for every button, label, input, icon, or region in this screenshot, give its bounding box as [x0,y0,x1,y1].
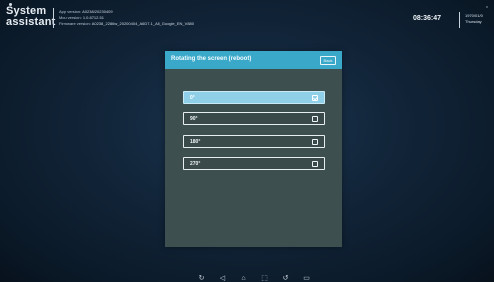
checkmark-icon [313,95,318,101]
app-version-value: A0238/20230409 [82,9,113,14]
rotation-option-270[interactable]: 270° [183,157,325,170]
back-icon[interactable]: ◁ [219,275,226,282]
dialog-header: Rotating the screen (reboot) Back [165,51,342,69]
option-label: 90° [190,116,198,122]
recent-apps-icon[interactable]: ▭ [303,275,310,282]
mcu-version-value: 1.0.8712.51 [82,15,104,20]
checkbox-icon[interactable] [312,139,318,145]
status-header: System assistant App version: A0238/2023… [0,0,494,36]
rotate-icon[interactable]: ↻ [198,275,205,282]
weekday-text: Thursday [465,19,482,24]
clock: 08:36:47 [413,15,442,22]
firmware-version-row: Firmware version: A0238_2286w_20200404_A… [59,21,194,27]
option-label: 180° [190,139,201,145]
version-info: App version: A0238/20230409 Mcu version:… [59,9,194,27]
app-title: System assistant [6,5,56,28]
rotation-option-0[interactable]: 0° [183,91,325,104]
firmware-version-key: Firmware version: [59,21,91,26]
navigation-bar: ↻ ◁ ⌂ ⬚ ↺ ▭ [190,272,320,282]
checkbox-icon[interactable] [312,161,318,167]
firmware-version-value: A0238_2286w_20200404_A6D7.1_All_Google_E… [91,21,194,26]
rotation-option-90[interactable]: 90° [183,112,325,125]
option-label: 270° [190,161,201,167]
checkbox-checked-icon[interactable] [312,95,318,101]
screenshot-icon[interactable]: ⬚ [261,275,268,282]
option-label: 0° [190,95,195,101]
date-block: 1970/01/0 Thursday [465,13,483,25]
checkbox-icon[interactable] [312,116,318,122]
divider [53,8,54,28]
refresh-icon[interactable]: ↺ [282,275,289,282]
rotation-option-180[interactable]: 180° [183,135,325,148]
dialog-title: Rotating the screen (reboot) [171,56,252,62]
screen: System assistant App version: A0238/2023… [0,0,494,282]
close-icon[interactable]: x [486,4,488,9]
divider [459,12,460,28]
app-version-key: App version: [59,9,82,14]
back-button[interactable]: Back [320,56,336,65]
rotation-dialog: Rotating the screen (reboot) Back 0° 90°… [165,51,342,247]
mcu-version-key: Mcu version: [59,15,82,20]
home-icon[interactable]: ⌂ [240,275,247,282]
